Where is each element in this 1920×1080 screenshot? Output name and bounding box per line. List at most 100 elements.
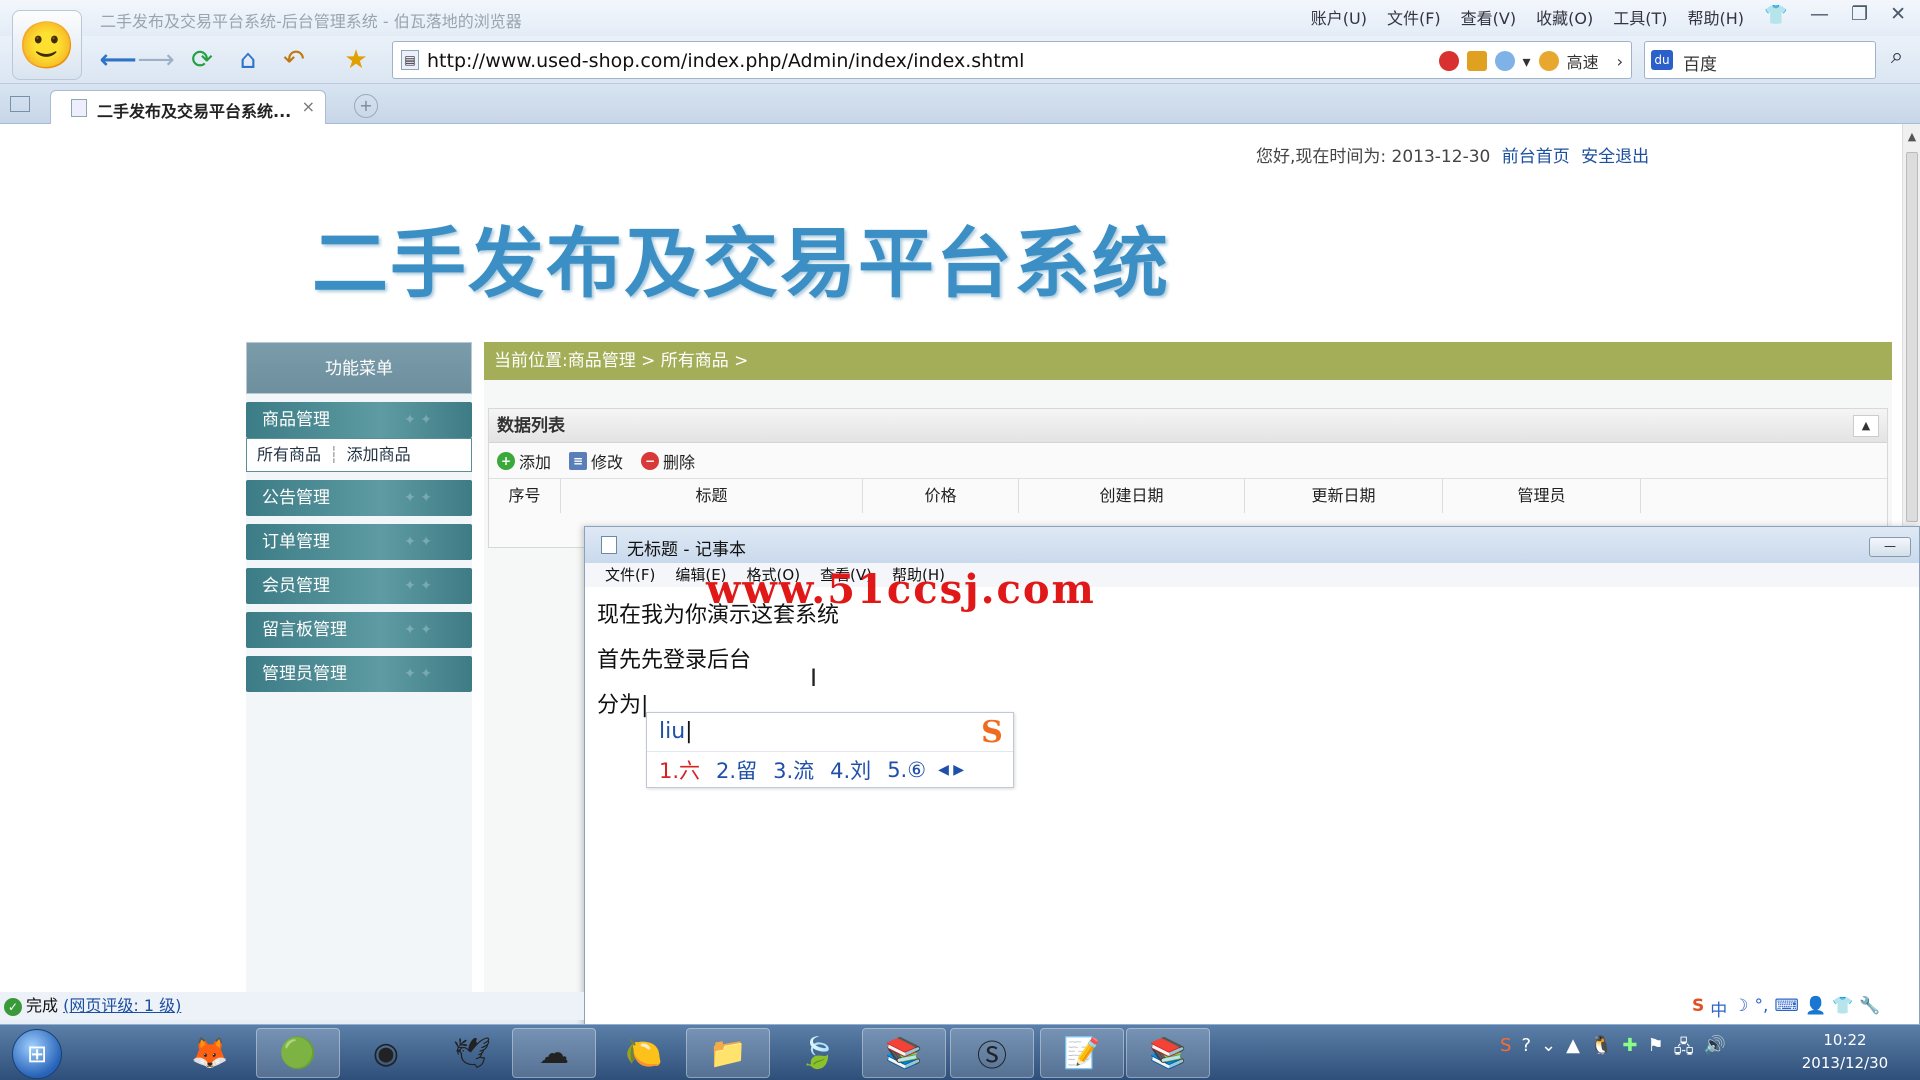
keyboard-icon[interactable]: ⌨ bbox=[1774, 996, 1799, 1021]
cloud-app-icon[interactable]: ☁ bbox=[512, 1028, 596, 1078]
col-created[interactable]: 创建日期 bbox=[1019, 479, 1245, 513]
add-button[interactable]: + 添加 bbox=[497, 449, 551, 473]
notepad-title-bar[interactable]: 无标题 - 记事本 — bbox=[585, 527, 1919, 563]
menu-file[interactable]: 文件(F) bbox=[1387, 5, 1441, 29]
edit-button[interactable]: ≡ 修改 bbox=[569, 449, 623, 473]
browser-menu-bar: 账户(U) 文件(F) 查看(V) 收藏(O) 工具(T) 帮助(H) bbox=[1311, 5, 1744, 29]
home-link[interactable]: 前台首页 bbox=[1502, 147, 1570, 167]
menu-account[interactable]: 账户(U) bbox=[1311, 5, 1367, 29]
ime-candidate-4[interactable]: 4.刘 bbox=[830, 755, 871, 785]
home-icon[interactable]: ⌂ bbox=[228, 40, 268, 80]
scroll-thumb[interactable] bbox=[1906, 152, 1918, 522]
user-icon[interactable]: 👤 bbox=[1805, 996, 1826, 1021]
extension-icon[interactable] bbox=[1466, 51, 1487, 71]
delete-button[interactable]: − 删除 bbox=[641, 449, 695, 473]
tray-up-arrow-icon[interactable]: ▲ bbox=[1566, 1035, 1580, 1065]
menu-group-orders[interactable]: 订单管理 bbox=[246, 524, 472, 560]
minimize-icon[interactable]: — bbox=[1810, 3, 1829, 26]
tray-help-icon[interactable]: ? bbox=[1521, 1035, 1531, 1065]
taskbar-clock[interactable]: 10:22 2013/12/30 bbox=[1790, 1029, 1900, 1075]
wrench-icon[interactable]: 🔧 bbox=[1859, 996, 1880, 1021]
restore-icon[interactable]: ❐ bbox=[1851, 3, 1868, 26]
close-icon[interactable]: ✕ bbox=[1890, 3, 1906, 26]
menu-group-guestbook[interactable]: 留言板管理 bbox=[246, 612, 472, 648]
notepad-title: 无标题 - 记事本 bbox=[627, 540, 746, 560]
ime-candidate-2[interactable]: 2.留 bbox=[716, 755, 757, 785]
favorites-star-icon[interactable]: ★ bbox=[336, 40, 376, 80]
tab-admin[interactable]: 二手发布及交易平台系统... × bbox=[50, 90, 326, 124]
col-admin[interactable]: 管理员 bbox=[1443, 479, 1641, 513]
tray-plus-icon[interactable]: ✚ bbox=[1622, 1035, 1637, 1065]
sogou-app-icon[interactable]: Ⓢ bbox=[950, 1028, 1034, 1078]
scroll-up-icon[interactable]: ▲ bbox=[1903, 130, 1920, 143]
menu-help[interactable]: 帮助(H) bbox=[1687, 5, 1744, 29]
np-menu-file[interactable]: 文件(F) bbox=[605, 563, 655, 587]
block-icon[interactable] bbox=[1438, 51, 1459, 71]
menu-group-members[interactable]: 会员管理 bbox=[246, 568, 472, 604]
tray-volume-icon[interactable]: 🔊 bbox=[1704, 1035, 1726, 1065]
ime-caret: | bbox=[685, 719, 693, 744]
col-index[interactable]: 序号 bbox=[489, 479, 561, 513]
moon-icon[interactable]: ☽ bbox=[1733, 996, 1748, 1021]
tray-sogou-icon[interactable]: S bbox=[1500, 1035, 1511, 1065]
menu-tools[interactable]: 工具(T) bbox=[1613, 5, 1667, 29]
skin-icon[interactable]: 👕 bbox=[1764, 3, 1788, 26]
address-bar[interactable]: ▤ http://www.used-shop.com/index.php/Adm… bbox=[392, 41, 1632, 79]
dropdown-arrow-icon[interactable]: ▾ bbox=[1523, 52, 1531, 71]
tab-close-icon[interactable]: × bbox=[302, 97, 315, 116]
menu-group-admins[interactable]: 管理员管理 bbox=[246, 656, 472, 692]
start-button-icon[interactable]: ⊞ bbox=[12, 1029, 62, 1079]
winrar-icon[interactable]: 📚 bbox=[862, 1028, 946, 1078]
ime-page-arrows-icon[interactable]: ◀ ▶ bbox=[938, 762, 964, 778]
punctuation-icon[interactable]: °, bbox=[1755, 996, 1769, 1021]
file-explorer-icon[interactable]: 📁 bbox=[686, 1028, 770, 1078]
search-icon[interactable]: ⌕ bbox=[1880, 44, 1914, 78]
logout-link[interactable]: 安全退出 bbox=[1581, 147, 1649, 167]
shield-icon[interactable] bbox=[1494, 51, 1515, 71]
add-icon: + bbox=[497, 451, 515, 470]
tray-qq-icon[interactable]: 🐧 bbox=[1590, 1035, 1612, 1065]
winrar-2-icon[interactable]: 📚 bbox=[1126, 1028, 1210, 1078]
menu-favorites[interactable]: 收藏(O) bbox=[1536, 5, 1593, 29]
new-tab-icon[interactable]: + bbox=[354, 94, 378, 118]
col-price[interactable]: 价格 bbox=[863, 479, 1019, 513]
fruit-app-icon[interactable]: 🍋 bbox=[602, 1028, 686, 1078]
menu-view[interactable]: 查看(V) bbox=[1461, 5, 1516, 29]
leaf-app-icon[interactable]: 🍃 bbox=[776, 1028, 860, 1078]
collapse-up-icon[interactable]: ▲ bbox=[1853, 415, 1879, 437]
tray-dropdown-icon[interactable]: ⌄ bbox=[1541, 1035, 1556, 1065]
col-title[interactable]: 标题 bbox=[561, 479, 863, 513]
chevron-right-icon[interactable]: › bbox=[1617, 52, 1623, 71]
refresh-icon[interactable]: ⟳ bbox=[182, 40, 222, 80]
forward-arrow-icon[interactable]: ⟶ bbox=[136, 40, 176, 80]
back-arrow-icon[interactable]: ⟵ bbox=[98, 40, 138, 80]
sidebar-toggle-icon[interactable] bbox=[10, 96, 30, 112]
notepad-minimize-icon[interactable]: — bbox=[1869, 537, 1911, 557]
chinese-mode-icon[interactable]: 中 bbox=[1710, 996, 1727, 1021]
skin-shirt-icon[interactable]: 👕 bbox=[1832, 996, 1853, 1021]
menu-group-goods[interactable]: 商品管理 bbox=[246, 402, 472, 438]
undo-icon[interactable]: ↶ bbox=[274, 40, 314, 80]
firefox-icon[interactable]: 🦊 bbox=[168, 1028, 252, 1078]
tray-network-icon[interactable]: 🖧 bbox=[1674, 1035, 1694, 1065]
notepad-taskbar-icon[interactable]: 📝 bbox=[1040, 1028, 1124, 1078]
ime-candidate-3[interactable]: 3.流 bbox=[773, 755, 814, 785]
speed-mode-label[interactable]: 高速 bbox=[1567, 49, 1599, 73]
bird-app-icon[interactable]: 🕊 bbox=[430, 1028, 514, 1078]
submenu-add-goods[interactable]: 添加商品 bbox=[347, 445, 411, 464]
tray-flag-icon[interactable]: ⚑ bbox=[1647, 1035, 1663, 1065]
browser-logo-icon[interactable]: 🙂 bbox=[12, 10, 82, 80]
chrome-icon[interactable]: ◉ bbox=[344, 1028, 428, 1078]
ime-candidate-1[interactable]: 1.六 bbox=[659, 755, 700, 785]
ime-candidate-5[interactable]: 5.⑥ bbox=[887, 758, 926, 782]
menu-group-announcements[interactable]: 公告管理 bbox=[246, 480, 472, 516]
submenu-all-goods[interactable]: 所有商品 bbox=[257, 445, 321, 464]
action-bar: + 添加 ≡ 修改 − 删除 bbox=[489, 443, 1887, 479]
baidu-paw-icon[interactable]: du bbox=[1651, 50, 1673, 70]
url-text[interactable]: http://www.used-shop.com/index.php/Admin… bbox=[427, 50, 1024, 72]
col-updated[interactable]: 更新日期 bbox=[1245, 479, 1443, 513]
sogou-s-icon[interactable]: S bbox=[1692, 996, 1704, 1021]
green-browser-icon[interactable]: 🟢 bbox=[256, 1028, 340, 1078]
search-box[interactable]: du 百度 bbox=[1644, 41, 1876, 79]
page-rating-link[interactable]: (网页评级: 1 级) bbox=[63, 996, 181, 1015]
